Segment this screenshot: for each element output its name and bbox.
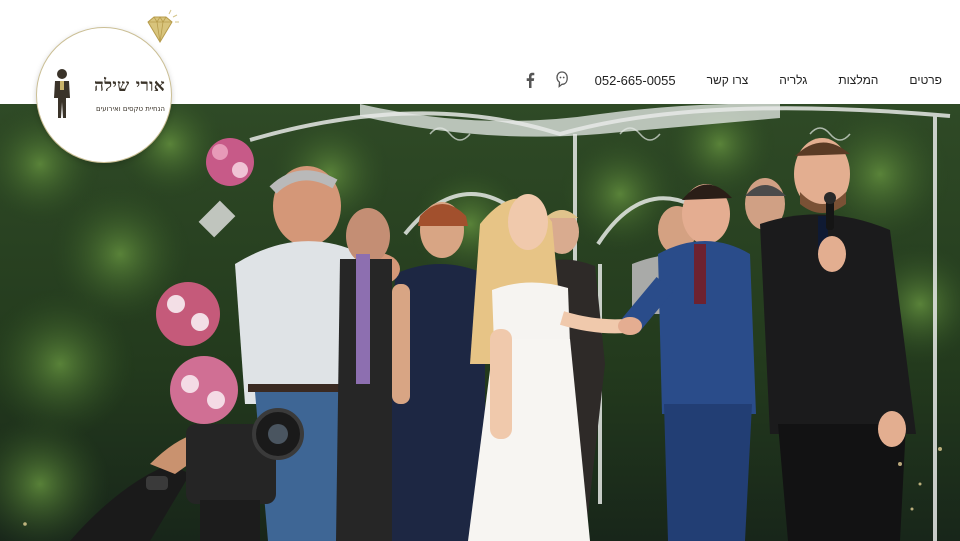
wedding-ceremony-photo (0, 104, 960, 541)
nav-item-details[interactable]: פרטים (909, 73, 942, 87)
logo-subtitle: הנחיית טקסים ואירועים (96, 105, 165, 113)
facebook-icon[interactable] (525, 72, 535, 88)
nav-item-testimonials[interactable]: המלצות (838, 73, 878, 87)
waze-icon[interactable] (555, 71, 569, 89)
nav-item-gallery[interactable]: גלריה (779, 73, 807, 87)
diamond-icon (147, 9, 179, 43)
phone-number-link[interactable]: 052-665-0055 (595, 73, 676, 88)
hero-image (0, 104, 960, 541)
logo-title: אורי שילה (94, 76, 165, 96)
nav-item-contact[interactable]: צרו קשר (707, 73, 749, 87)
site-header: אורי שילה הנחיית טקסים ואירועים פרטים המ… (0, 0, 960, 163)
main-nav: פרטים המלצות גלריה צרו קשר 052-665-0055 (507, 68, 942, 92)
